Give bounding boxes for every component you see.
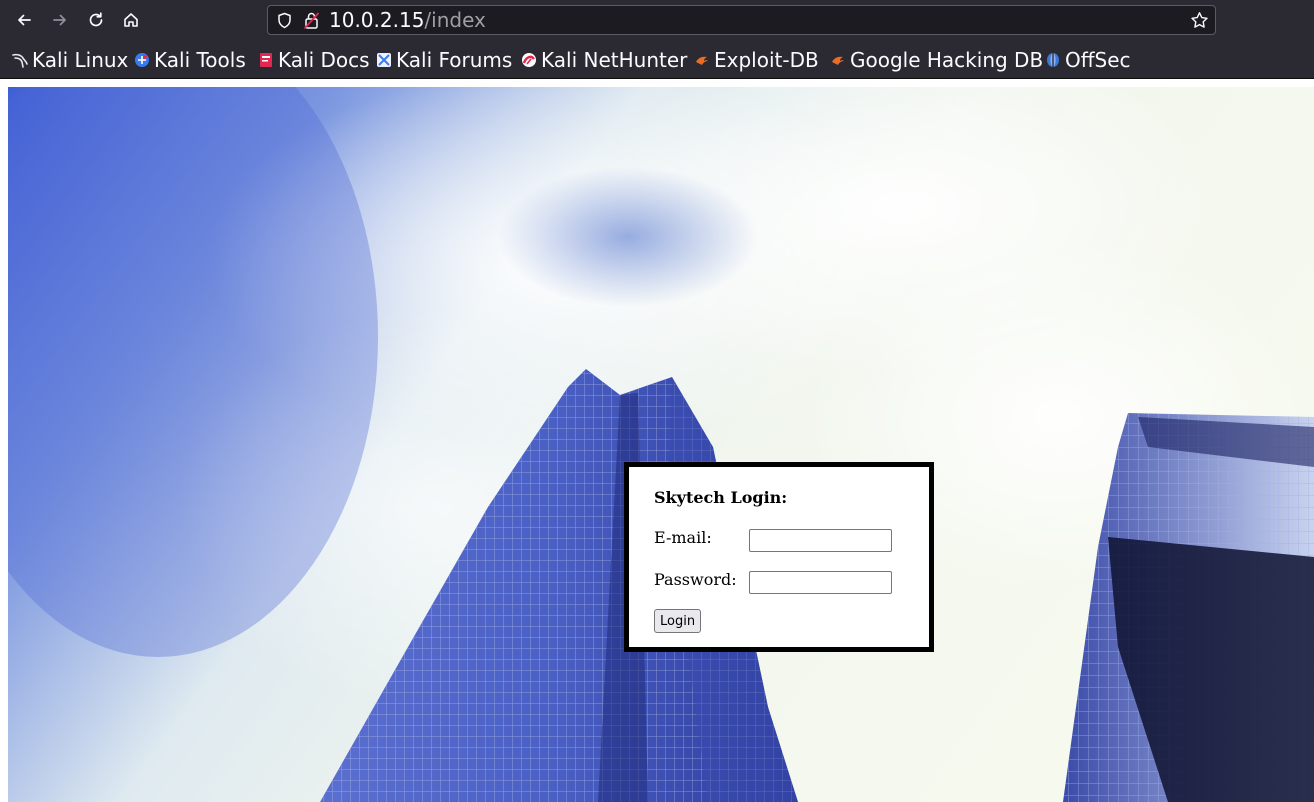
- bookmark-kali-forums[interactable]: Kali Forums: [376, 44, 512, 76]
- kali-forums-icon: [377, 53, 391, 67]
- reload-icon: [89, 12, 103, 27]
- forward-arrow-icon: [53, 14, 66, 26]
- login-form: Skytech Login: E-mail: Password: Login: [624, 462, 934, 652]
- google-hacking-db-icon: [832, 56, 844, 65]
- skyscraper-background-image: [8, 87, 1314, 802]
- url-text[interactable]: 10.0.2.15/index: [329, 8, 486, 32]
- password-label: Password:: [654, 570, 737, 589]
- web-page: Skytech Login: E-mail: Password: Login: [0, 79, 1314, 802]
- kali-dragon-icon: [12, 53, 28, 68]
- back-button[interactable]: [9, 5, 39, 35]
- bookmark-label: Kali Forums: [396, 48, 513, 72]
- bookmark-label: OffSec: [1065, 48, 1131, 72]
- browser-toolbar: 10.0.2.15/index: [0, 0, 1314, 42]
- bookmark-label: Kali Tools: [154, 48, 246, 72]
- exploit-db-icon: [696, 56, 708, 65]
- email-field[interactable]: [749, 529, 892, 552]
- bookmark-kali-linux[interactable]: Kali Linux: [12, 44, 128, 76]
- password-field[interactable]: [749, 571, 892, 594]
- bookmark-google-hacking-db[interactable]: Google Hacking DB: [830, 44, 1043, 76]
- browser-chrome: 10.0.2.15/index Kali Linux Kali Tools Ka…: [0, 0, 1314, 79]
- back-arrow-icon: [18, 14, 31, 26]
- bookmark-label: Exploit-DB: [714, 48, 819, 72]
- skyscraper-illustration: [8, 87, 1314, 802]
- login-title: Skytech Login:: [654, 488, 788, 507]
- tracking-protection-shield-icon[interactable]: [276, 12, 293, 29]
- login-button[interactable]: Login: [654, 609, 702, 633]
- bookmark-label: Kali NetHunter: [541, 48, 688, 72]
- bookmarks-toolbar: Kali Linux Kali Tools Kali Docs Kali For…: [0, 44, 1314, 76]
- bookmark-label: Kali Linux: [32, 48, 129, 72]
- bookmark-label: Google Hacking DB: [850, 48, 1044, 72]
- address-bar[interactable]: 10.0.2.15/index: [267, 5, 1216, 35]
- bookmark-kali-nethunter[interactable]: Kali NetHunter: [521, 44, 687, 76]
- forward-button[interactable]: [45, 5, 75, 35]
- home-button[interactable]: [116, 5, 146, 35]
- kali-nethunter-icon: [522, 53, 536, 67]
- email-label: E-mail:: [654, 528, 712, 547]
- bookmark-exploit-db[interactable]: Exploit-DB: [694, 44, 819, 76]
- kali-tools-icon: [135, 53, 149, 67]
- kali-docs-icon: [260, 53, 272, 67]
- bookmark-kali-docs[interactable]: Kali Docs: [258, 44, 370, 76]
- home-icon: [124, 13, 138, 27]
- bookmark-star-icon[interactable]: [1190, 11, 1209, 30]
- bookmark-label: Kali Docs: [278, 48, 370, 72]
- reload-button[interactable]: [81, 5, 111, 35]
- url-path: /index: [424, 8, 486, 32]
- bookmark-offsec[interactable]: OffSec: [1045, 44, 1131, 76]
- insecure-lock-icon[interactable]: [303, 11, 320, 30]
- bookmark-kali-tools[interactable]: Kali Tools: [134, 44, 246, 76]
- offsec-icon: [1047, 53, 1059, 67]
- url-host: 10.0.2.15: [329, 8, 425, 32]
